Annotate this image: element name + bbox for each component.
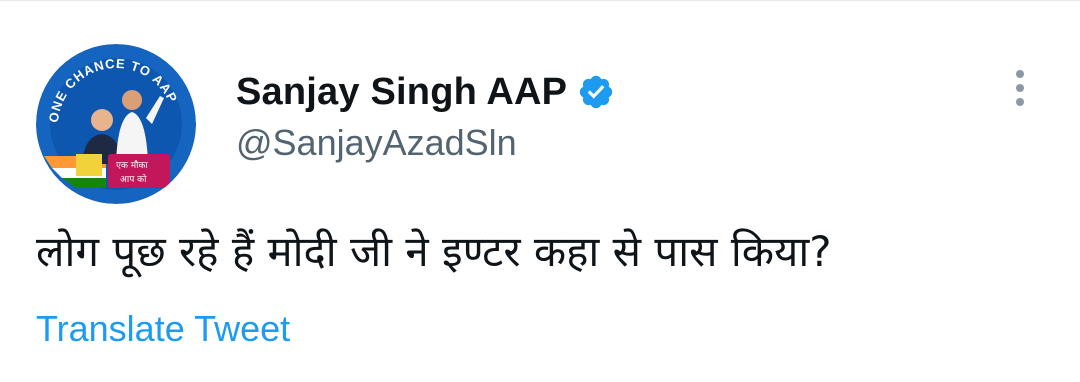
top-divider [0, 0, 1080, 1]
verified-badge-icon [577, 73, 615, 111]
avatar-banner-line2: आप को [120, 173, 147, 185]
avatar[interactable]: ONE CHANCE TO AAP एक मौका आप को [36, 44, 196, 204]
author-display-name[interactable]: Sanjay Singh AAP [236, 71, 567, 114]
avatar-banner-line1: एक मौका [116, 159, 148, 171]
author-name-row: Sanjay Singh AAP [236, 68, 615, 116]
more-options-icon[interactable] [1004, 66, 1036, 110]
translate-tweet-link[interactable]: Translate Tweet [36, 308, 290, 350]
author-handle[interactable]: @SanjayAzadSln [236, 122, 517, 164]
tweet-text: लोग पूछ रहे हैं मोदी जी ने इण्टर कहा से … [36, 227, 832, 276]
